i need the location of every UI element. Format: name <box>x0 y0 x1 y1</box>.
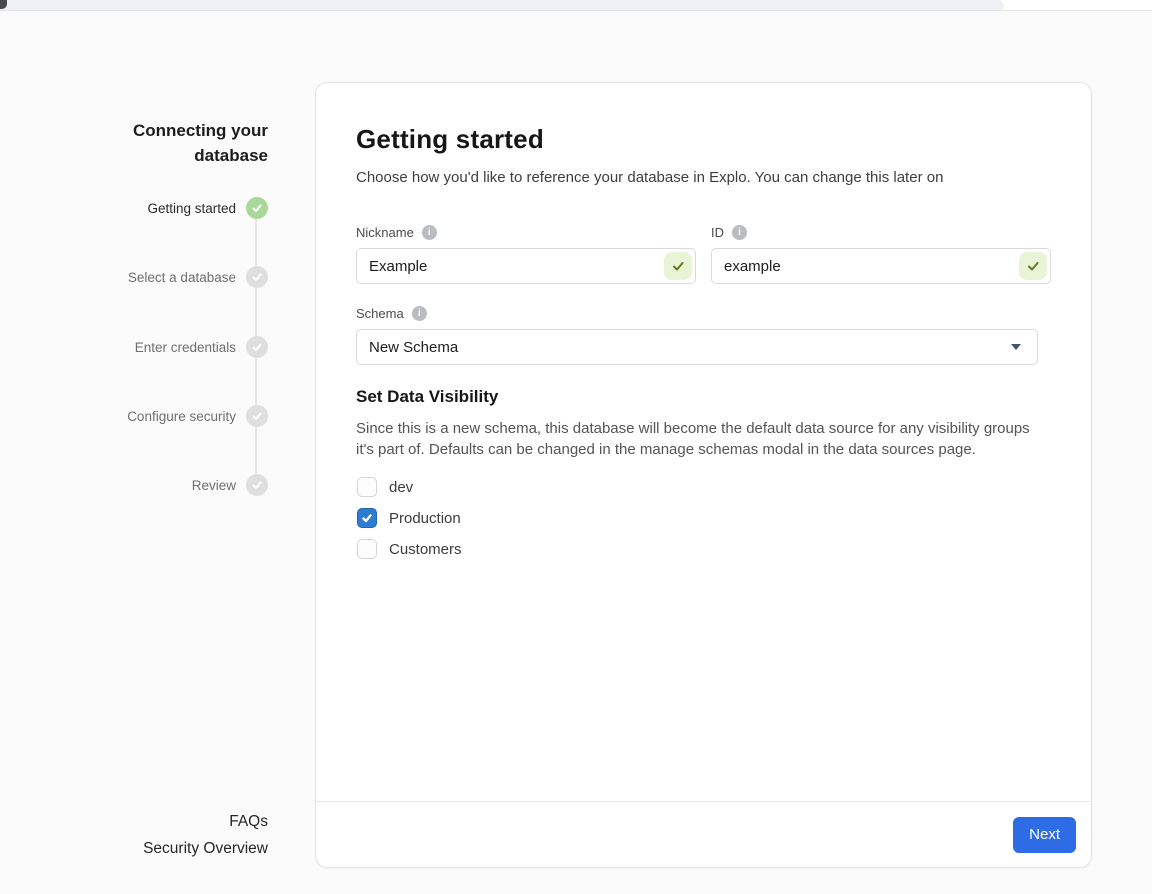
info-icon[interactable]: i <box>412 306 427 321</box>
faqs-link[interactable]: FAQs <box>229 811 268 833</box>
nickname-field: Nickname i <box>356 225 696 284</box>
nickname-label: Nickname <box>356 225 414 240</box>
checkbox-row-production[interactable]: Production <box>356 507 1051 529</box>
id-input[interactable] <box>711 248 1051 284</box>
step-getting-started[interactable]: Getting started <box>147 197 268 219</box>
id-label: ID <box>711 225 724 240</box>
step-label: Enter credentials <box>135 340 236 355</box>
next-button[interactable]: Next <box>1013 817 1076 853</box>
info-icon[interactable]: i <box>732 225 747 240</box>
chevron-down-icon <box>1011 344 1021 350</box>
sidebar-links: FAQs Security Overview <box>143 811 268 860</box>
checkbox-unchecked[interactable] <box>357 477 377 497</box>
check-circle-icon <box>246 336 268 358</box>
check-circle-icon <box>246 266 268 288</box>
step-label: Configure security <box>127 409 236 424</box>
schema-label: Schema <box>356 306 404 321</box>
checkbox-label: Production <box>389 510 461 527</box>
wizard-sidebar: Connecting your database Getting started… <box>0 0 268 894</box>
check-circle-icon <box>246 197 268 219</box>
page-subtitle: Choose how you'd like to reference your … <box>356 167 1051 189</box>
info-icon[interactable]: i <box>422 225 437 240</box>
schema-select[interactable]: New Schema <box>356 329 1038 365</box>
sidebar-title: Connecting your database <box>88 118 268 168</box>
checkbox-label: dev <box>389 479 413 496</box>
step-label: Review <box>192 478 236 493</box>
id-field: ID i <box>711 225 1051 284</box>
schema-field: Schema i New Schema <box>356 306 1038 365</box>
step-review[interactable]: Review <box>192 474 268 496</box>
checkbox-unchecked[interactable] <box>357 539 377 559</box>
security-overview-link[interactable]: Security Overview <box>143 838 268 860</box>
step-configure-security[interactable]: Configure security <box>127 405 268 427</box>
checkbox-label: Customers <box>389 541 462 558</box>
checkbox-row-dev[interactable]: dev <box>356 476 1051 498</box>
page-title: Getting started <box>356 121 1051 157</box>
data-visibility-title: Set Data Visibility <box>356 387 1051 407</box>
checkbox-checked[interactable] <box>357 508 377 528</box>
checkbox-row-customers[interactable]: Customers <box>356 538 1051 560</box>
step-select-a-database[interactable]: Select a database <box>128 266 268 288</box>
valid-check-icon <box>664 252 692 280</box>
step-enter-credentials[interactable]: Enter credentials <box>135 336 268 358</box>
wizard-footer: Next <box>316 801 1091 867</box>
nickname-input[interactable] <box>356 248 696 284</box>
step-label: Select a database <box>128 270 236 285</box>
visibility-groups-list: dev Production Customers <box>356 476 1051 560</box>
valid-check-icon <box>1019 252 1047 280</box>
wizard-card: Getting started Choose how you'd like to… <box>315 82 1092 868</box>
step-label: Getting started <box>147 201 236 216</box>
check-circle-icon <box>246 405 268 427</box>
schema-selected-value: New Schema <box>369 339 458 356</box>
check-circle-icon <box>246 474 268 496</box>
data-visibility-description: Since this is a new schema, this databas… <box>356 418 1044 460</box>
